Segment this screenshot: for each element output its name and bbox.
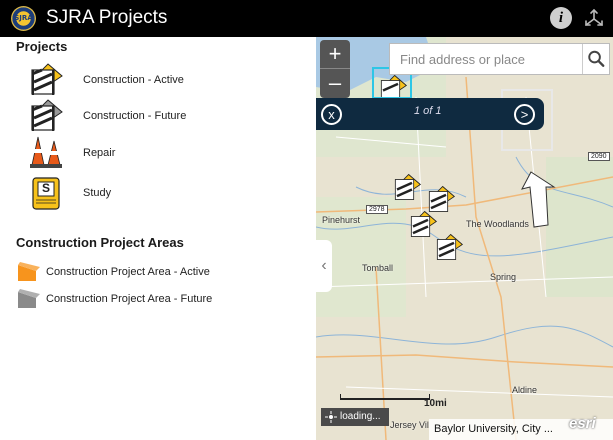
- legend-label-area-active: Construction Project Area - Active: [46, 266, 210, 278]
- chevron-right-icon[interactable]: >: [514, 104, 535, 125]
- road-shield: 2978: [366, 205, 388, 214]
- search-input[interactable]: [390, 44, 580, 74]
- construction-active-marker[interactable]: [392, 170, 422, 204]
- collapse-panel-button[interactable]: ‹: [316, 240, 332, 292]
- place-label: Aldine: [512, 385, 538, 395]
- road-shield: 2090: [588, 152, 610, 161]
- info-icon[interactable]: i: [550, 7, 572, 29]
- app-header: SJRA SJRA Projects i: [0, 0, 613, 37]
- zoom-out-button[interactable]: –: [320, 69, 350, 98]
- scale-label: 10mi: [424, 398, 447, 409]
- legend-label-construction-active: Construction - Active: [83, 74, 184, 86]
- popup-count: 1 of 1: [414, 105, 442, 117]
- search-icon[interactable]: [582, 44, 610, 74]
- construction-active-icon: [31, 63, 63, 95]
- legend-label-study: Study: [83, 187, 112, 199]
- place-label: Pinehurst: [322, 215, 361, 225]
- legend-label-construction-future: Construction - Future: [83, 110, 187, 122]
- projects-heading: Projects: [16, 39, 68, 54]
- zoom-in-button[interactable]: +: [320, 40, 350, 69]
- study-icon-letter: S: [42, 181, 51, 195]
- zoom-control: + –: [320, 40, 350, 98]
- legend-panel: Projects Construction - Active Construct…: [0, 37, 316, 440]
- repair-cones-icon: [30, 136, 62, 168]
- scale-bar: [340, 394, 430, 400]
- legend-label-area-future: Construction Project Area - Future: [46, 293, 213, 305]
- share-icon[interactable]: [582, 6, 606, 30]
- area-future-icon: [18, 289, 40, 308]
- construction-active-marker[interactable]: [434, 230, 464, 264]
- areas-heading: Construction Project Areas: [16, 235, 184, 250]
- loading-text: loading...: [340, 411, 381, 422]
- map-view[interactable]: Pinehurst The Woodlands Tomball Spring A…: [316, 37, 613, 440]
- app-title: SJRA Projects: [46, 7, 168, 28]
- locate-icon: [325, 411, 337, 423]
- search-box: [389, 43, 610, 75]
- place-label: Jersey Vil: [390, 420, 429, 430]
- legend-label-repair: Repair: [83, 147, 116, 159]
- construction-future-icon: [31, 99, 63, 131]
- loading-indicator: loading...: [321, 408, 389, 426]
- close-icon[interactable]: x: [321, 104, 342, 125]
- place-label: Spring: [490, 272, 517, 282]
- sjra-logo: SJRA: [11, 6, 36, 31]
- esri-logo[interactable]: esri: [569, 415, 596, 432]
- place-label: Tomball: [362, 263, 394, 273]
- place-label: The Woodlands: [466, 219, 529, 229]
- area-active-icon: [18, 262, 40, 281]
- popup-header: x 1 of 1 >: [316, 98, 544, 130]
